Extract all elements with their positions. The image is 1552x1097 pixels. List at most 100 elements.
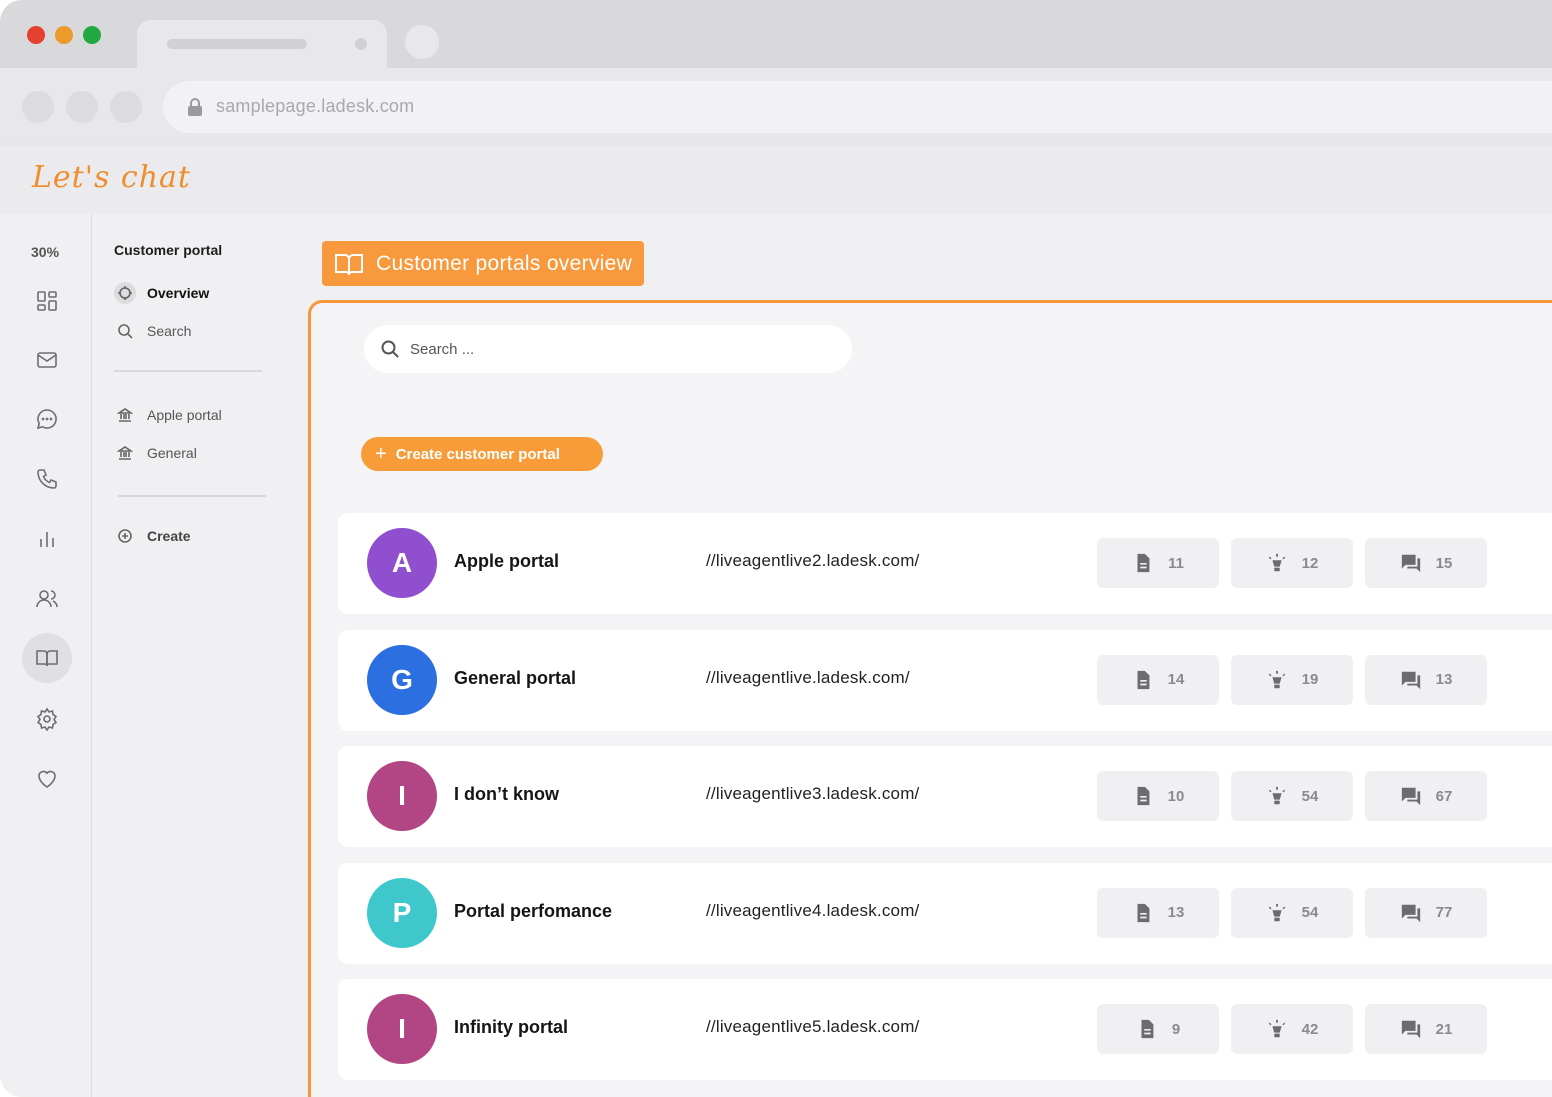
search-icon (381, 340, 399, 358)
lightbulb-icon (1268, 553, 1285, 572)
document-icon (1137, 903, 1150, 922)
avatar-initial: I (398, 780, 406, 811)
ideas-count-badge[interactable]: 19 (1231, 654, 1353, 705)
articles-count-badge[interactable]: 10 (1097, 771, 1219, 821)
topics-count: 67 (1435, 787, 1453, 805)
portal-row[interactable]: I Infinity portal //liveagentlive5.lades… (338, 979, 1552, 1080)
back-button[interactable] (22, 91, 54, 123)
tab-close-button[interactable] (355, 38, 367, 50)
page-title-text: Customer portals overview (376, 251, 633, 275)
articles-count: 11 (1168, 554, 1184, 572)
forum-icon (1401, 1020, 1420, 1039)
portal-url[interactable]: //liveagentlive4.ladesk.com/ (706, 901, 920, 921)
portal-name[interactable]: Infinity portal (454, 1017, 568, 1038)
ideas-count-badge[interactable]: 12 (1231, 538, 1353, 588)
topics-count-badge[interactable]: 13 (1365, 654, 1487, 705)
rail-chat[interactable] (22, 394, 72, 444)
dashboard-icon (37, 291, 57, 311)
portal-url[interactable]: //liveagentlive.ladesk.com/ (706, 668, 910, 688)
usage-percent: 30% (31, 244, 60, 260)
avatar-initial: A (391, 547, 413, 578)
reload-button[interactable] (110, 91, 142, 123)
phone-icon (37, 469, 57, 489)
maximize-window-button[interactable] (83, 26, 101, 44)
sidebar-item-create[interactable]: Create (114, 522, 191, 550)
articles-count-badge[interactable]: 13 (1097, 887, 1219, 938)
sidebar-item-label: Apple portal (147, 407, 222, 423)
app-header: Let's chat (0, 146, 1552, 214)
topics-count-badge[interactable]: 77 (1365, 887, 1487, 938)
portal-url[interactable]: //liveagentlive5.ladesk.com/ (706, 1017, 920, 1037)
portal-name[interactable]: General portal (454, 668, 576, 689)
avatar: I (367, 761, 437, 831)
sidebar-item-general[interactable]: General (114, 439, 197, 467)
rail-dashboard[interactable] (22, 276, 72, 326)
portal-name[interactable]: Apple portal (454, 551, 559, 572)
ideas-count: 54 (1301, 904, 1319, 921)
rail-settings[interactable] (22, 694, 72, 744)
minimize-window-button[interactable] (55, 26, 73, 44)
url-text: samplepage.ladesk.com (216, 96, 415, 116)
create-customer-portal-button[interactable]: + Create customer portal (361, 437, 603, 471)
portal-name[interactable]: I don’t know (454, 784, 559, 805)
topics-count-badge[interactable]: 21 (1365, 1004, 1487, 1054)
forum-icon (1401, 904, 1420, 922)
browser-tab[interactable] (137, 20, 387, 68)
ideas-count: 42 (1301, 1020, 1319, 1038)
rail-knowledgebase[interactable] (22, 633, 72, 683)
rail-phone[interactable] (22, 454, 72, 504)
url-field[interactable]: samplepage.ladesk.com (163, 81, 1552, 133)
portals-panel: + Create customer portal A Apple portal … (308, 300, 1552, 1097)
mail-icon (37, 352, 57, 368)
lightbulb-icon (1268, 670, 1285, 688)
articles-count-badge[interactable]: 14 (1097, 654, 1219, 705)
new-tab-button[interactable] (405, 25, 439, 59)
sidebar-item-label: Create (147, 528, 191, 544)
avatar-initial: I (398, 1013, 406, 1044)
browser-address-bar: samplepage.ladesk.com (0, 68, 1552, 146)
app-window: samplepage.ladesk.com Let's chat 30% Cus… (0, 0, 1552, 1097)
articles-count: 13 (1167, 904, 1185, 921)
heart-icon (38, 770, 56, 788)
portal-row[interactable]: G General portal //liveagentlive.ladesk.… (338, 629, 1552, 731)
rail-mail[interactable] (22, 335, 72, 385)
forum-icon (1401, 787, 1420, 806)
reports-icon (40, 532, 54, 547)
rail-favorites[interactable] (22, 754, 72, 804)
sidebar-item-search[interactable]: Search (114, 317, 191, 345)
portal-row[interactable]: A Apple portal //liveagentlive2.ladesk.c… (338, 513, 1552, 614)
sidebar-item-apple-portal[interactable]: Apple portal (114, 401, 222, 429)
topics-count: 13 (1435, 671, 1453, 688)
forward-button[interactable] (66, 91, 98, 123)
plus-icon: + (375, 443, 387, 465)
app-logo[interactable]: Let's chat (32, 160, 191, 195)
portal-row[interactable]: P Portal perfomance //liveagentlive4.lad… (338, 862, 1552, 964)
topics-count: 15 (1435, 554, 1453, 572)
articles-count-badge[interactable]: 11 (1097, 538, 1219, 588)
portal-name[interactable]: Portal perfomance (454, 901, 612, 922)
portal-row[interactable]: I I don’t know //liveagentlive3.ladesk.c… (338, 746, 1552, 847)
sidebar-item-overview[interactable]: Overview (114, 279, 209, 307)
knowledgebase-icon (36, 650, 58, 667)
chat-icon (36, 409, 57, 430)
portal-url[interactable]: //liveagentlive2.ladesk.com/ (706, 551, 920, 571)
rail-contacts[interactable] (22, 574, 72, 624)
rail-reports[interactable] (22, 514, 72, 564)
close-window-button[interactable] (27, 26, 45, 44)
avatar: G (367, 644, 437, 715)
ideas-count-badge[interactable]: 54 (1231, 771, 1353, 821)
ideas-count-badge[interactable]: 54 (1231, 887, 1353, 938)
lightbulb-icon (1268, 903, 1285, 921)
portal-url[interactable]: //liveagentlive3.ladesk.com/ (706, 784, 920, 804)
sidebar-title: Customer portal (114, 242, 223, 258)
search-input[interactable] (410, 340, 830, 358)
ideas-count-badge[interactable]: 42 (1231, 1004, 1353, 1054)
search-box[interactable] (364, 325, 852, 373)
topics-count-badge[interactable]: 67 (1365, 771, 1487, 821)
avatar: A (367, 528, 437, 598)
articles-count-badge[interactable]: 9 (1097, 1004, 1219, 1054)
settings-icon (36, 707, 58, 731)
sidebar-item-label: Overview (147, 285, 210, 301)
articles-count: 10 (1167, 787, 1185, 805)
topics-count-badge[interactable]: 15 (1365, 538, 1487, 588)
